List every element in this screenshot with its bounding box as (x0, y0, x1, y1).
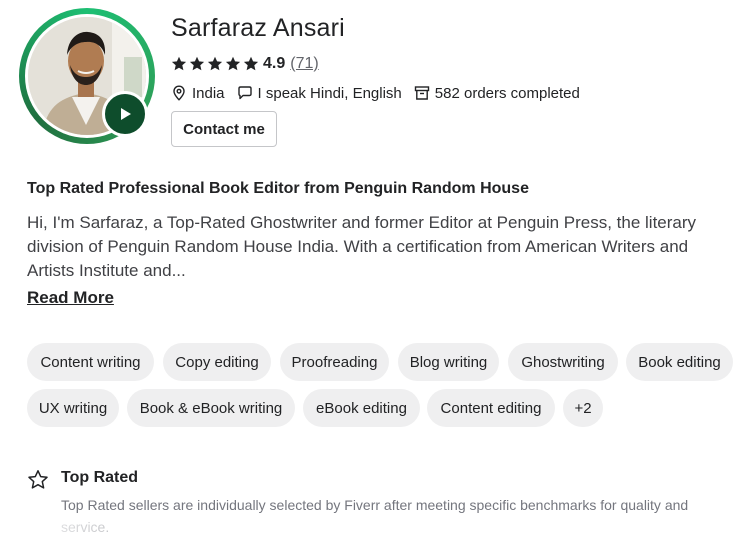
skill-chip[interactable]: Copy editing (163, 343, 271, 381)
orders-text: 582 orders completed (434, 84, 580, 102)
speech-bubble-icon (237, 86, 252, 100)
skill-chip[interactable]: Ghostwriting (508, 343, 618, 381)
rating-row: 4.9 (71) (171, 53, 319, 75)
star-rating (171, 56, 259, 72)
seller-name: Sarfaraz Ansari (171, 14, 345, 42)
seller-bio: Hi, I'm Sarfaraz, a Top-Rated Ghostwrite… (27, 213, 697, 280)
rating-value: 4.9 (263, 55, 286, 72)
review-count-link[interactable]: (71) (290, 55, 318, 73)
archive-box-icon (414, 86, 429, 100)
skill-chip[interactable]: Blog writing (398, 343, 499, 381)
skill-chip[interactable]: Book & eBook writing (127, 389, 295, 427)
bottom-fade-overlay (0, 520, 300, 537)
location-pin-icon (173, 85, 185, 101)
star-icon (243, 56, 259, 71)
country-item: India (171, 85, 225, 102)
languages-text: I speak Hindi, English (257, 84, 402, 102)
orders-item: 582 orders completed (414, 85, 580, 102)
contact-me-button[interactable]: Contact me (171, 111, 277, 147)
seller-avatar[interactable] (19, 8, 155, 144)
star-icon (225, 56, 241, 71)
star-icon (189, 56, 205, 71)
star-icon (171, 56, 187, 71)
top-rated-title: Top Rated (61, 469, 139, 486)
languages-item: I speak Hindi, English (237, 85, 402, 102)
seller-meta: India I speak Hindi, English 582 orders … (171, 83, 592, 103)
more-skills-chip[interactable]: +2 (563, 389, 603, 427)
skill-chip[interactable]: eBook editing (303, 389, 420, 427)
seller-headline: Top Rated Professional Book Editor from … (27, 180, 529, 197)
skill-chip[interactable]: Content editing (427, 389, 555, 427)
star-icon (207, 56, 223, 71)
play-video-button[interactable] (102, 91, 148, 137)
skill-chip[interactable]: Proofreading (280, 343, 389, 381)
skill-chip[interactable]: Content writing (27, 343, 154, 381)
play-icon (121, 108, 131, 120)
country-text: India (192, 84, 225, 102)
skill-chip[interactable]: UX writing (27, 389, 119, 427)
skill-chip[interactable]: Book editing (626, 343, 733, 381)
star-outline-icon (28, 470, 48, 489)
read-more-link[interactable]: Read More (27, 288, 114, 308)
